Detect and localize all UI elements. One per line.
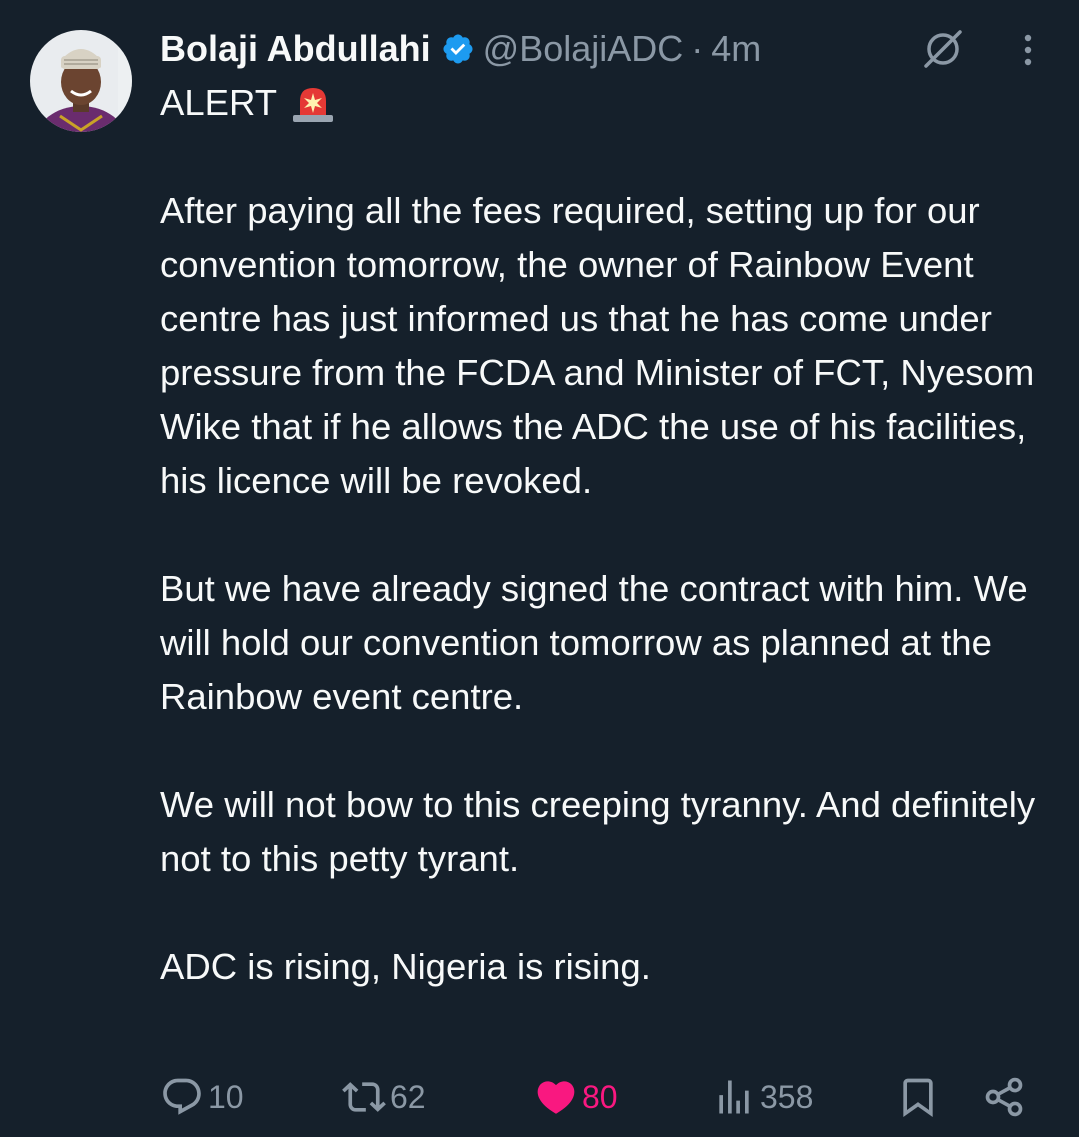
repost-button[interactable]: 62 [342,1070,426,1124]
views-chart-icon [719,1080,749,1114]
reply-count: 10 [208,1078,244,1115]
heart-filled-icon [537,1081,575,1114]
reply-icon [163,1078,201,1115]
more-options-icon[interactable] [1008,30,1048,70]
views-button[interactable]: 358 [712,1070,813,1124]
author-name[interactable]: Bolaji Abdullahi [160,28,431,70]
like-count: 80 [582,1078,618,1115]
like-button[interactable]: 80 [534,1070,618,1124]
action-bar: 10 62 80 358 [160,1070,1040,1124]
alert-text: ALERT [160,82,277,123]
verified-badge-icon [443,34,473,64]
grok-icon[interactable] [920,26,966,72]
header-separator: · [691,28,704,69]
tweet-text: ALERT After paying all the fees required… [160,76,1055,994]
repost-icon [342,1082,386,1112]
tweet-paragraph: We will not bow to this creeping tyranny… [160,784,1036,879]
tweet-paragraph: After paying all the fees required, sett… [160,190,1035,501]
rotating-light-icon [293,88,333,122]
alert-line: ALERT [160,76,1055,130]
share-icon [985,1077,1023,1117]
tweet-header: Bolaji Abdullahi @BolajiADC · 4m [160,24,761,74]
tweet-paragraph: But we have already signed the contract … [160,568,1028,717]
bookmark-icon [903,1078,933,1118]
avatar-image [30,30,132,132]
views-count: 358 [760,1078,814,1115]
share-button[interactable] [982,1070,1026,1124]
tweet-timestamp[interactable]: 4m [711,28,761,70]
author-handle[interactable]: @BolajiADC [483,28,684,70]
tweet-paragraph: ADC is rising, Nigeria is rising. [160,946,651,987]
reply-button[interactable]: 10 [160,1070,244,1124]
avatar[interactable] [30,30,132,132]
repost-count: 62 [390,1078,426,1115]
bookmark-button[interactable] [896,1070,940,1124]
